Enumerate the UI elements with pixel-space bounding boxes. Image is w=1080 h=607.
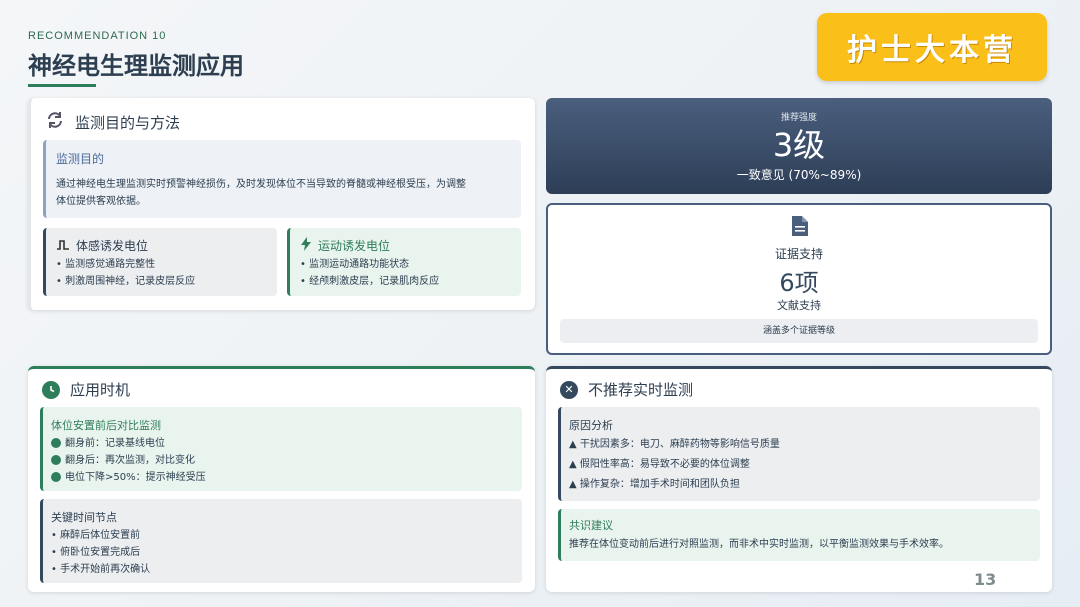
goal-text-line-1: 通过神经电生理监测实时预警神经损伤，及时发现体位不当导致的脊髓或神经根受压，为调… [56,179,466,190]
key-time-list: • 麻醉后体位安置前 • 俯卧位安置完成后 • 手术开始前再次确认 [51,527,150,578]
timing-title: 应用时机 [70,381,131,399]
check-circle-icon [51,455,61,465]
pulse-icon [56,236,70,255]
timing-card: 应用时机 体位安置前后对比监测 翻身前：记录基线电位 翻身后：再次监测，对比变化… [28,366,535,592]
warning-icon: ▲ [569,479,577,490]
consensus-label: 共识建议 [569,519,613,532]
list-item: • 监测运动通路功能状态 [300,259,410,270]
document-icon [791,215,809,241]
purpose-card: 监测目的与方法 监测目的 通过神经电生理监测实时预警神经损伤，及时发现体位不当导… [28,98,535,310]
mep-panel: 运动诱发电位 • 监测运动通路功能状态 • 经颅刺激皮层，记录肌肉反应 [287,228,521,296]
check-circle-icon [51,438,61,448]
list-item: ▲ 操作复杂：增加手术时间和团队负担 [569,479,740,490]
evidence-count: 6项 [779,269,819,297]
key-time-panel: 关键时间节点 • 麻醉后体位安置前 • 俯卧位安置完成后 • 手术开始前再次确认 [40,499,522,583]
close-circle-icon: ✕ [560,380,578,399]
ssep-title: 体感诱发电位 [76,239,149,253]
recommendation-level: 3级 [772,126,826,164]
refresh-icon [45,110,65,134]
reason-list: ▲ 干扰因素多：电刀、麻醉药物等影响信号质量 ▲ 假阳性率高：易导致不必要的体位… [569,435,780,495]
not-recommended-header: ✕ 不推荐实时监测 [560,379,693,400]
mep-header: 运动诱发电位 [300,236,390,255]
list-item: • 经颅刺激皮层，记录肌肉反应 [300,276,440,287]
not-recommended-title: 不推荐实时监测 [588,381,694,399]
title-underline [28,84,96,87]
list-item: • 俯卧位安置完成后 [51,547,141,558]
list-item: • 麻醉后体位安置前 [51,530,141,541]
eyebrow-label: RECOMMENDATION 10 [28,30,167,42]
list-item: ▲ 干扰因素多：电刀、麻醉药物等影响信号质量 [569,439,780,450]
list-item: • 刺激周围神经，记录皮层反应 [56,276,196,287]
evidence-sublabel: 文献支持 [777,299,821,312]
timing-header: 应用时机 [42,379,130,400]
reason-label: 原因分析 [569,419,613,432]
purpose-header: 监测目的与方法 [45,110,180,134]
list-item: • 手术开始前再次确认 [51,564,151,575]
evidence-box: 证据支持 6项 文献支持 涵盖多个证据等级 [546,203,1052,355]
check-circle-icon [51,472,61,482]
goal-label: 监测目的 [56,152,105,166]
bolt-icon [300,236,312,255]
page-title: 神经电生理监测应用 [28,52,244,80]
mep-title: 运动诱发电位 [318,239,391,253]
not-recommended-card: ✕ 不推荐实时监测 原因分析 ▲ 干扰因素多：电刀、麻醉药物等影响信号质量 ▲ … [546,366,1052,592]
warning-icon: ▲ [569,459,577,470]
consensus-text: 推荐在体位变动前后进行对照监测，而非术中实时监测，以平衡监测效果与手术效率。 [569,539,949,550]
key-time-label: 关键时间节点 [51,511,117,524]
goal-text-line-2: 体位提供客观依据。 [56,196,146,207]
brand-logo: 护士大本营 [817,13,1047,81]
purpose-title: 监测目的与方法 [75,113,181,132]
compare-label: 体位安置前后对比监测 [51,419,161,432]
clock-icon [42,380,60,399]
reason-panel: 原因分析 ▲ 干扰因素多：电刀、麻醉药物等影响信号质量 ▲ 假阳性率高：易导致不… [558,407,1040,501]
compare-panel: 体位安置前后对比监测 翻身前：记录基线电位 翻身后：再次监测，对比变化 电位下降… [40,407,522,491]
list-item: 电位下降>50%：提示神经受压 [51,469,206,486]
compare-list: 翻身前：记录基线电位 翻身后：再次监测，对比变化 电位下降>50%：提示神经受压 [51,435,206,486]
warning-icon: ▲ [569,439,577,450]
list-item: 翻身前：记录基线电位 [51,435,206,452]
goal-panel: 监测目的 通过神经电生理监测实时预警神经损伤，及时发现体位不当导致的脊髓或神经根… [43,140,521,218]
page-number: 13 [974,570,997,589]
mep-list: • 监测运动通路功能状态 • 经颅刺激皮层，记录肌肉反应 [300,256,439,290]
list-item: ▲ 假阳性率高：易导致不必要的体位调整 [569,459,750,470]
evidence-label: 证据支持 [774,247,823,261]
list-item: 翻身后：再次监测，对比变化 [51,452,206,469]
brand-text: 护士大本营 [847,33,1017,68]
list-item: • 监测感觉通路完整性 [56,259,156,270]
ssep-list: • 监测感觉通路完整性 • 刺激周围神经，记录皮层反应 [56,256,195,290]
evidence-note: 涵盖多个证据等级 [560,319,1038,343]
recommendation-box: 推荐强度 3级 一致意见 (70%~89%) [546,98,1052,194]
consensus-panel: 共识建议 推荐在体位变动前后进行对照监测，而非术中实时监测，以平衡监测效果与手术… [558,509,1040,561]
recommendation-consensus: 一致意见 (70%~89%) [736,168,862,182]
ssep-panel: 体感诱发电位 • 监测感觉通路完整性 • 刺激周围神经，记录皮层反应 [43,228,277,296]
ssep-header: 体感诱发电位 [56,236,148,255]
